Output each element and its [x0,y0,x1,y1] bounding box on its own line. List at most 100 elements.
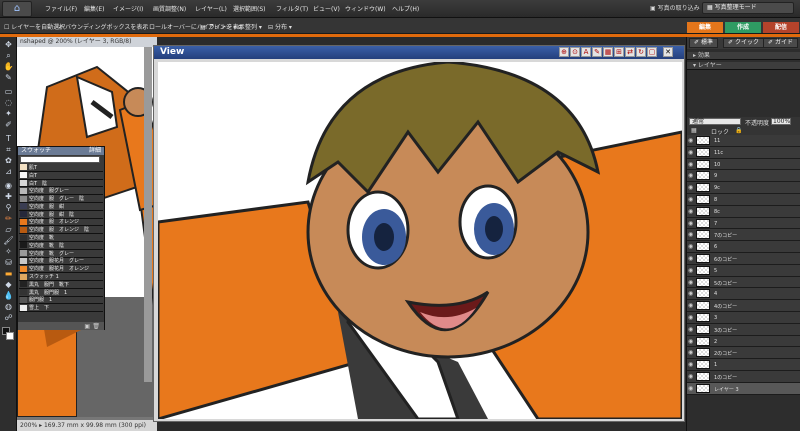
navigate-icon[interactable]: ⊙ [570,47,580,57]
swatch-row[interactable]: 空向度 靴 陰 [19,242,103,250]
organizer-button[interactable]: ▦ 写真整理モード [702,2,794,14]
background-color-swatch[interactable] [6,332,14,340]
swatch-color-chip[interactable] [20,257,27,264]
visibility-eye-icon[interactable]: ◉ [688,349,694,356]
layer-row[interactable]: ◉ 4のコピー [687,300,800,312]
menu-select[interactable]: 選択範囲(S) [233,4,266,13]
menu-image[interactable]: イメージ(I) [113,4,143,13]
menu-window[interactable]: ウィンドウ(W) [345,4,386,13]
swatch-row[interactable]: 黒丸 服門服 1 [19,289,103,297]
menu-file[interactable]: ファイル(F) [45,4,77,13]
swatch-color-chip[interactable] [20,289,27,296]
visibility-eye-icon[interactable]: ◉ [688,255,694,262]
layer-row[interactable]: ◉ 7のコピー [687,229,800,242]
brush-tool-icon[interactable]: 🖌 [3,236,14,245]
swatch-row[interactable]: 雪上 下 [19,304,103,313]
swatch-row[interactable]: 空向度 服 オレンジ 陰 [19,226,103,235]
layer-row[interactable]: ◉ 5 [687,264,800,277]
swatch-row[interactable]: 空向度 服 紺 陰 [19,211,103,219]
visibility-eye-icon[interactable]: ◉ [688,373,694,380]
gradient-tool-icon[interactable]: ▬ [3,269,14,278]
swatch-row[interactable]: 黒丸 服門 靴下 [19,281,103,289]
pen-icon[interactable]: ✎ [592,47,602,57]
layer-row[interactable]: ◉ 1のコピー [687,370,800,383]
visibility-eye-icon[interactable]: ◉ [688,172,694,179]
paint-bucket-icon[interactable]: ⛁ [3,258,14,267]
visibility-eye-icon[interactable]: ◉ [688,326,694,333]
swatch-row[interactable]: 空向度 靴 [19,234,103,242]
smart-brush-icon[interactable]: ✧ [3,247,14,256]
swatch-set-select[interactable] [20,156,100,163]
swatch-row[interactable]: スウォッチ 1 [19,273,103,281]
swatch-color-chip[interactable] [20,281,27,288]
hand-tool-icon[interactable]: ✋ [3,62,14,71]
zoom-icon[interactable]: ⊕ [559,47,569,57]
layer-row[interactable]: ◉ 8c [687,205,800,218]
swatch-row[interactable]: 空向度 服 オレンジ [19,218,103,227]
layer-row[interactable]: ◉ 6 [687,241,800,253]
fit-icon[interactable]: ▢ [647,47,657,57]
vertical-scrollbar[interactable] [144,47,152,382]
visibility-eye-icon[interactable]: ◉ [688,149,694,156]
swatch-row[interactable]: 空向度 服花月 グレー [19,257,103,266]
bounding-box-checkbox[interactable]: ✓ バウンディングボックスを表示 [58,22,148,31]
crop-tool-icon[interactable]: ⌗ [3,145,14,154]
tab-create[interactable]: 作成 [725,22,761,33]
layer-row[interactable]: ◉ 5のコピー [687,276,800,289]
menu-edit[interactable]: 編集(E) [84,4,104,13]
layer-row[interactable]: ◉ 10 [687,158,800,171]
swatch-row[interactable]: 空向度 服 紺 [19,203,103,211]
layer-row[interactable]: ◉ 1 [687,359,800,371]
swatch-color-chip[interactable] [20,296,27,303]
lasso-tool-icon[interactable]: ◌ [3,98,14,107]
visibility-eye-icon[interactable]: ◉ [688,267,694,274]
visibility-eye-icon[interactable]: ◉ [688,161,694,168]
layer-row[interactable]: ◉ 11c [687,146,800,159]
swatch-color-chip[interactable] [20,187,27,194]
arrange-button[interactable]: ▤ アレンジ ▾ [200,22,237,31]
effects-panel-header[interactable]: ▸ 効果 [687,52,800,60]
layer-row[interactable]: ◉ 4 [687,288,800,301]
swatch-color-chip[interactable] [20,164,27,171]
visibility-eye-icon[interactable]: ◉ [688,220,694,227]
swatch-color-chip[interactable] [20,273,27,280]
swatch-row[interactable]: 白T [19,172,103,180]
document-1-title[interactable]: nshaped @ 200% (レイヤー 3, RGB/8) [17,37,157,47]
layer-row[interactable]: ◉ 7 [687,217,800,230]
trash-icon[interactable]: 🗑 [92,323,100,330]
visibility-eye-icon[interactable]: ◉ [688,196,694,203]
distribute-button[interactable]: ⊟ 分布 ▾ [268,22,292,31]
layer-row[interactable]: ◉ 3のコピー [687,323,800,336]
cookie-cutter-icon[interactable]: ✿ [3,156,14,165]
blend-mode-select[interactable]: 通常 [689,118,741,125]
tab-share[interactable]: 配信 [763,22,799,33]
lock-transparent-icon[interactable]: ▦ [691,127,697,134]
blur-tool-icon[interactable]: 💧 [3,291,14,300]
rotate-icon[interactable]: ↻ [636,47,646,57]
layer-row[interactable]: ◉ レイヤー 3 [687,382,800,395]
swatch-color-chip[interactable] [20,203,27,210]
swatch-row[interactable]: 服門服 1 [19,296,103,305]
swatch-color-chip[interactable] [20,226,27,233]
swatch-color-chip[interactable] [20,211,27,218]
swatch-row[interactable]: 空向度 服花月 オレンジ [19,265,103,274]
swatch-row[interactable]: 空向度 服グレー [19,187,103,196]
layer-row[interactable]: ◉ 3 [687,311,800,324]
swatches-panel-header[interactable]: スウォッチ 詳細 [18,147,104,155]
swatch-color-chip[interactable] [20,179,27,186]
layer-row[interactable]: ◉ 11 [687,135,800,147]
layer-row[interactable]: ◉ 9c [687,182,800,194]
red-eye-tool-icon[interactable]: ◉ [3,181,14,190]
swatch-color-chip[interactable] [20,304,27,311]
mode-quick-button[interactable]: ✐ クイック [723,38,764,48]
close-icon[interactable]: ✕ [663,47,673,57]
swatch-row[interactable]: 空向度 靴 グレー [19,250,103,258]
zoom-level[interactable]: 200% [20,422,37,429]
layer-row[interactable]: ◉ 2のコピー [687,347,800,360]
layers-panel-header[interactable]: ▾ レイヤー [687,62,800,70]
tab-edit[interactable]: 編集 [687,22,723,33]
auto-select-checkbox[interactable]: ☐ レイヤーを自動選択 [4,22,65,31]
layer-row[interactable]: ◉ 9 [687,170,800,183]
magic-wand-tool-icon[interactable]: ✦ [3,109,14,118]
swatch-color-chip[interactable] [20,172,27,179]
